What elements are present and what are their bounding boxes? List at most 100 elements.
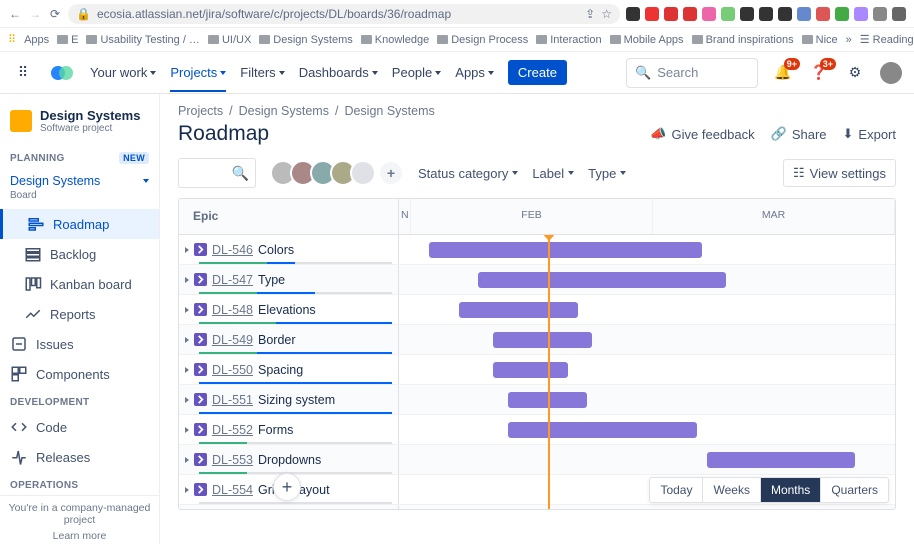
bookmark-star-icon[interactable]: ☆ [601, 7, 612, 21]
bookmark-item[interactable]: Knowledge [361, 34, 429, 46]
label-filter[interactable]: Label [532, 166, 574, 181]
sidebar-kanban[interactable]: Kanban board [0, 269, 159, 299]
share-button[interactable]: 🔗Share [771, 126, 827, 142]
epic-cell[interactable]: DL-553 Dropdowns [179, 445, 399, 474]
timeline-cell[interactable] [399, 325, 895, 354]
export-button[interactable]: ⬇Export [843, 126, 896, 142]
epic-row[interactable]: DL-546 Colors [179, 235, 895, 265]
epic-key[interactable]: DL-553 [212, 453, 253, 467]
learn-more-link[interactable]: Learn more [6, 530, 153, 542]
settings-icon[interactable]: ⚙ [844, 62, 866, 84]
assignee-filter[interactable]: + [270, 160, 404, 186]
status-filter[interactable]: Status category [418, 166, 518, 181]
timeline-cell[interactable] [399, 265, 895, 294]
nav-projects[interactable]: Projects [170, 65, 226, 80]
project-header[interactable]: Design Systems Software project [0, 94, 159, 144]
timeline-cell[interactable] [399, 385, 895, 414]
type-filter[interactable]: Type [588, 166, 626, 181]
breadcrumb-item[interactable]: Design Systems [239, 104, 329, 118]
help-icon[interactable]: ❓3+ [808, 62, 830, 84]
feedback-button[interactable]: 📣Give feedback [650, 126, 754, 142]
app-switcher-icon[interactable]: ⠿ [12, 62, 34, 84]
sidebar-reports[interactable]: Reports [0, 299, 159, 329]
nav-your-work[interactable]: Your work [90, 65, 156, 80]
epic-key[interactable]: DL-550 [212, 363, 253, 377]
sidebar-releases[interactable]: Releases [0, 442, 159, 472]
epic-search-input[interactable]: 🔍 [178, 158, 256, 188]
sidebar-backlog[interactable]: Backlog [0, 239, 159, 269]
timeline-cell[interactable] [399, 445, 895, 474]
epic-row[interactable]: DL-552 Forms [179, 415, 895, 445]
bookmark-item[interactable]: Brand inspirations [692, 34, 794, 46]
expand-icon[interactable] [185, 307, 189, 313]
view-settings-button[interactable]: ☷View settings [783, 159, 896, 187]
epic-cell[interactable]: DL-546 Colors [179, 235, 399, 264]
expand-icon[interactable] [185, 337, 189, 343]
timescale-quarters[interactable]: Quarters [821, 478, 888, 502]
expand-icon[interactable] [185, 487, 189, 493]
notifications-icon[interactable]: 🔔9+ [772, 62, 794, 84]
epic-key[interactable]: DL-548 [212, 303, 253, 317]
bookmark-item[interactable]: UI/UX [208, 34, 251, 46]
sidebar-code[interactable]: Code [0, 412, 159, 442]
timescale-weeks[interactable]: Weeks [703, 478, 760, 502]
epic-cell[interactable]: DL-548 Elevations [179, 295, 399, 324]
create-epic-button[interactable]: + [273, 473, 301, 501]
timeline-cell[interactable] [399, 505, 895, 509]
expand-icon[interactable] [185, 247, 189, 253]
timescale-months[interactable]: Months [761, 478, 821, 502]
epic-row[interactable]: DL-551 Sizing system [179, 385, 895, 415]
bookmark-item[interactable]: Apps [24, 34, 49, 46]
share-browser-icon[interactable]: ⇪ [585, 7, 595, 21]
timeline-cell[interactable] [399, 295, 895, 324]
browser-profile-avatar[interactable] [892, 7, 906, 21]
sidebar-roadmap[interactable]: Roadmap [0, 209, 159, 239]
epic-bar[interactable] [429, 242, 702, 258]
epic-bar[interactable] [707, 452, 856, 468]
timeline-cell[interactable] [399, 355, 895, 384]
epic-cell[interactable]: DL-547 Type [179, 265, 399, 294]
epic-bar[interactable] [478, 272, 726, 288]
epic-row[interactable]: DL-547 Type [179, 265, 895, 295]
nav-apps[interactable]: Apps [455, 65, 494, 80]
expand-icon[interactable] [185, 427, 189, 433]
bookmark-item[interactable]: Mobile Apps [610, 34, 684, 46]
reading-list[interactable]: ☰ Reading List [860, 33, 914, 46]
expand-icon[interactable] [185, 367, 189, 373]
epic-row[interactable]: DL-550 Spacing [179, 355, 895, 385]
jira-logo[interactable] [48, 63, 76, 83]
expand-icon[interactable] [185, 277, 189, 283]
bookmark-item[interactable]: Usability Testing / … [86, 34, 199, 46]
create-button[interactable]: Create [508, 60, 567, 85]
epic-bar[interactable] [508, 422, 696, 438]
reload-icon[interactable]: ⟳ [48, 7, 62, 21]
epic-bar[interactable] [508, 392, 587, 408]
epic-cell[interactable]: DL-551 Sizing system [179, 385, 399, 414]
timeline-cell[interactable] [399, 415, 895, 444]
epic-key[interactable]: DL-554 [212, 483, 253, 497]
epic-cell[interactable]: DL-552 Forms [179, 415, 399, 444]
profile-avatar[interactable] [880, 62, 902, 84]
today-button[interactable]: Today [650, 478, 703, 502]
expand-icon[interactable] [185, 397, 189, 403]
forward-icon[interactable]: → [28, 7, 42, 21]
sidebar-components[interactable]: Components [0, 359, 159, 389]
epic-key[interactable]: DL-549 [212, 333, 253, 347]
epic-cell[interactable]: DL-549 Border [179, 325, 399, 354]
epic-key[interactable]: DL-552 [212, 423, 253, 437]
bookmark-item[interactable]: Design Process [437, 34, 528, 46]
bookmark-item[interactable]: Design Systems [259, 34, 352, 46]
bookmark-item[interactable]: Nice [802, 34, 838, 46]
epic-row[interactable]: DL-555 UI Ico [179, 505, 895, 509]
url-bar[interactable]: 🔒 ecosia.atlassian.net/jira/software/c/p… [68, 4, 620, 24]
epic-cell[interactable]: DL-550 Spacing [179, 355, 399, 384]
epic-key[interactable]: DL-546 [212, 243, 253, 257]
epic-row[interactable]: DL-553 Dropdowns [179, 445, 895, 475]
back-icon[interactable]: ← [8, 7, 22, 21]
epic-bar[interactable] [459, 302, 578, 318]
nav-dashboards[interactable]: Dashboards [299, 65, 378, 80]
breadcrumb-item[interactable]: Design Systems [344, 104, 434, 118]
timeline-cell[interactable] [399, 235, 895, 264]
bookmark-item[interactable]: Interaction [536, 34, 601, 46]
epic-cell[interactable]: DL-555 UI Ico [179, 505, 399, 509]
